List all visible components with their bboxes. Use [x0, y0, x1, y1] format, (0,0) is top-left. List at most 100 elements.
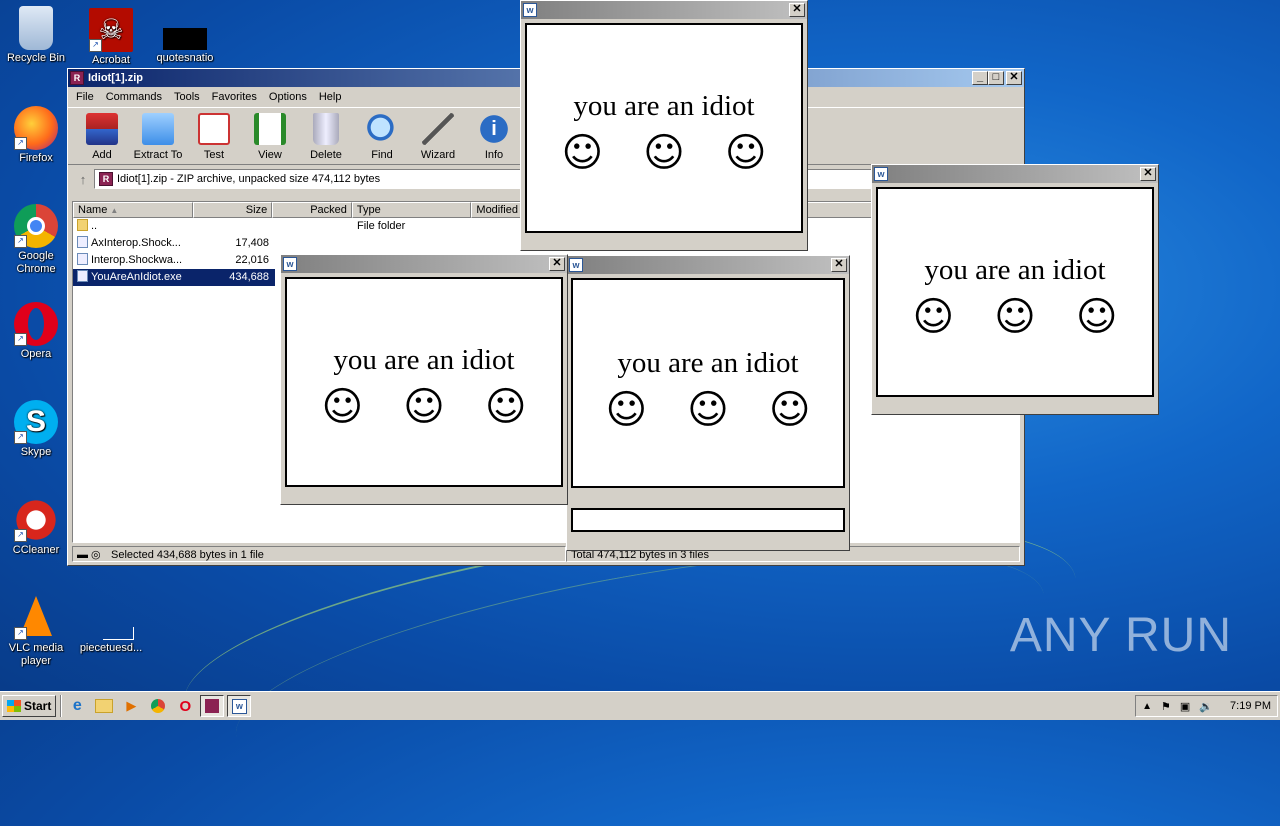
popup-app-icon: w: [874, 167, 888, 181]
smiley-icon: ☺: [994, 294, 1036, 340]
close-button[interactable]: ✕: [831, 258, 847, 272]
add-button[interactable]: Add: [74, 113, 130, 164]
desktop-icon-skype[interactable]: S ↗ Skype: [1, 400, 71, 459]
folder-up-icon: [77, 219, 88, 231]
menu-commands[interactable]: Commands: [100, 91, 168, 103]
quicklaunch-media-player[interactable]: ▶: [119, 695, 143, 717]
network-icon[interactable]: ▣: [1180, 700, 1190, 713]
start-button[interactable]: Start: [2, 695, 57, 717]
test-button[interactable]: Test: [186, 113, 242, 164]
close-button[interactable]: ✕: [1006, 71, 1022, 85]
quicklaunch-chrome[interactable]: [146, 695, 170, 717]
smiley-icon: ☺: [1075, 294, 1118, 340]
delete-button[interactable]: Delete: [298, 113, 354, 164]
menu-help[interactable]: Help: [313, 91, 348, 103]
document-icon: [163, 28, 207, 50]
smiley-icon: ☺: [605, 387, 648, 433]
taskbar: Start e ▶ O w ▲ ⚑ ▣ 🔉 7:19 PM: [0, 691, 1280, 720]
quicklaunch-explorer[interactable]: [92, 695, 116, 717]
desktop-icon-google-chrome[interactable]: ↗ Google Chrome: [1, 204, 71, 276]
menu-tools[interactable]: Tools: [168, 91, 206, 103]
window-title: Idiot[1].zip: [88, 72, 143, 84]
desktop-icon-quotesnatio[interactable]: quotesnatio: [150, 8, 220, 65]
close-button[interactable]: ✕: [549, 257, 565, 271]
show-hidden-icons[interactable]: ▲: [1142, 701, 1152, 712]
popup-titlebar[interactable]: w ✕: [521, 1, 807, 19]
winrar-icon: [205, 699, 220, 713]
close-button[interactable]: ✕: [1140, 167, 1156, 181]
idiot-popup-window[interactable]: w ✕ you are an idiot ☺ ☺ ☺: [871, 164, 1159, 415]
menu-options[interactable]: Options: [263, 91, 313, 103]
sort-up-icon: ▲: [110, 206, 119, 215]
info-button[interactable]: i Info: [466, 113, 522, 164]
taskbar-winrar[interactable]: [200, 695, 225, 717]
wizard-button[interactable]: Wizard: [410, 113, 466, 164]
smiley-icon: ☺: [724, 130, 767, 176]
extract-to-button[interactable]: Extract To: [130, 113, 186, 164]
popup-app-icon: w: [569, 258, 583, 272]
acrobat-icon: ☠ ↗: [89, 8, 133, 52]
popup-titlebar[interactable]: w ✕: [281, 255, 567, 273]
desktop-icon-acrobat[interactable]: ☠ ↗ Acrobat: [76, 8, 146, 67]
idiot-popup-window[interactable]: w ✕ you are an idiot ☺ ☺ ☺: [566, 255, 850, 551]
archive-icon: R: [99, 172, 113, 186]
idiot-popup-window[interactable]: w ✕ you are an idiot ☺ ☺ ☺: [280, 254, 568, 505]
popup-titlebar[interactable]: w ✕: [567, 256, 849, 274]
internet-explorer-icon: e: [72, 697, 82, 714]
smiley-icon: ☺: [643, 130, 685, 176]
maximize-button[interactable]: □: [988, 71, 1004, 85]
shortcut-arrow-icon: ↗: [14, 431, 27, 444]
menu-file[interactable]: File: [70, 91, 100, 103]
desktop-icon-vlc[interactable]: ↗ VLC media player: [1, 596, 71, 668]
magnifier-icon: [366, 113, 398, 145]
drive-icon: ▬ ◎: [77, 549, 101, 561]
desktop-icon-label: Skype: [20, 446, 52, 458]
popup-app-icon: w: [231, 698, 247, 714]
smiley-icon: ☺: [403, 384, 445, 430]
popup-content: you are an idiot ☺ ☺ ☺: [285, 277, 563, 487]
anyrun-watermark: ANY RUN: [1009, 609, 1232, 662]
folder-icon: [142, 113, 174, 145]
volume-icon[interactable]: 🔉: [1199, 700, 1213, 713]
close-button[interactable]: ✕: [789, 3, 805, 17]
popup-titlebar[interactable]: w ✕: [872, 165, 1158, 183]
popup-app-icon: w: [523, 3, 537, 17]
desktop-icon-label: CCleaner: [12, 544, 60, 556]
up-arrow-icon[interactable]: ↑: [72, 172, 94, 187]
popup-content: you are an idiot ☺ ☺ ☺: [571, 278, 845, 488]
idiot-popup-window[interactable]: w ✕ you are an idiot ☺ ☺ ☺: [520, 0, 808, 251]
desktop-icon-ccleaner[interactable]: ↗ CCleaner: [1, 498, 71, 557]
desktop-icon-firefox[interactable]: ↗ Firefox: [1, 106, 71, 165]
trash-icon: [313, 113, 339, 145]
column-name[interactable]: Name ▲: [73, 202, 193, 218]
menu-favorites[interactable]: Favorites: [206, 91, 263, 103]
opera-icon: O: [179, 697, 192, 715]
taskbar-idiot-app[interactable]: w: [227, 695, 252, 717]
dll-file-icon: [77, 236, 88, 248]
column-type[interactable]: Type: [351, 202, 472, 218]
desktop-icon-recycle-bin[interactable]: Recycle Bin: [1, 6, 71, 65]
smiley-icon: ☺: [768, 387, 811, 433]
column-packed[interactable]: Packed: [272, 202, 352, 218]
popup-content-trail: [571, 508, 845, 532]
quicklaunch-opera[interactable]: O: [173, 695, 197, 717]
clock[interactable]: 7:19 PM: [1230, 700, 1271, 712]
vlc-cone-icon: ↗: [14, 596, 58, 640]
popup-content: you are an idiot ☺ ☺ ☺: [525, 23, 803, 233]
minimize-button[interactable]: _: [972, 71, 988, 85]
shortcut-arrow-icon: ↗: [89, 39, 102, 52]
find-button[interactable]: Find: [354, 113, 410, 164]
shortcut-arrow-icon: ↗: [14, 529, 27, 542]
desktop-icon-piecetuesd[interactable]: piecetuesd...: [76, 606, 146, 655]
column-size[interactable]: Size: [192, 202, 273, 218]
clipboard-check-icon: [198, 113, 230, 145]
view-button[interactable]: View: [242, 113, 298, 164]
smiley-icon: ☺: [912, 294, 955, 340]
table-row-selected[interactable]: YouAreAnIdiot.exe 434,688: [73, 269, 275, 286]
desktop-icon-opera[interactable]: ↗ Opera: [1, 302, 71, 361]
exe-file-icon: [77, 270, 88, 282]
system-tray: ▲ ⚑ ▣ 🔉 7:19 PM: [1135, 695, 1278, 717]
flag-icon[interactable]: ⚑: [1161, 700, 1171, 713]
quicklaunch-ie[interactable]: e: [65, 695, 89, 717]
opera-icon: ↗: [14, 302, 58, 346]
